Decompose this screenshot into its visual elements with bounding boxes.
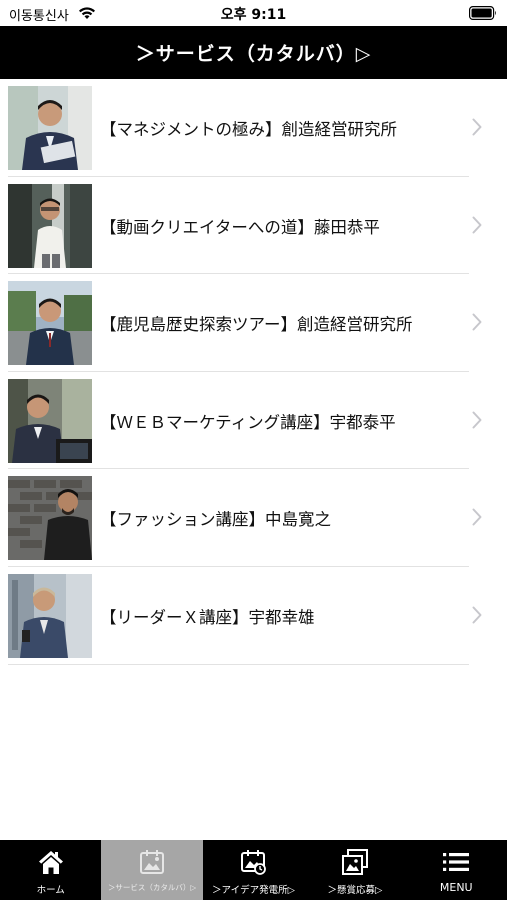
chevron-right-icon (472, 508, 482, 526)
page-title: ＞サービス（カタルバ）▷ (135, 43, 372, 65)
list-item-label: 【鹿児島歴史探索ツアー】創造経営研究所 (100, 315, 413, 335)
tab-home[interactable]: ホーム (0, 840, 101, 900)
home-icon (38, 851, 63, 874)
tab-contest-label: ＞懸賞応募▷ (327, 885, 383, 896)
list-item-label: 【動画クリエイターへの道】藤田恭平 (100, 217, 380, 237)
page-header: ＞サービス（カタルバ）▷ (0, 26, 507, 79)
battery-icon (469, 6, 496, 20)
tab-service[interactable]: ＞サービス（カタルバ）▷ (101, 840, 203, 900)
chevron-right-icon (472, 606, 482, 624)
chevron-right-icon (472, 118, 482, 136)
tab-menu-label: MENU (439, 881, 473, 894)
list-item[interactable]: 【ＷＥＢマーケティング講座】宇都泰平 (0, 372, 507, 470)
list-item[interactable]: 【リーダーＸ講座】宇都幸雄 (0, 567, 507, 665)
status-time: 오후 9:11 (220, 7, 287, 23)
photo-calendar-icon (241, 850, 267, 875)
tab-idea[interactable]: ＞アイデア発電所▷ (203, 840, 304, 900)
thumbnail-image (8, 183, 92, 268)
list-item[interactable]: 【鹿児島歴史探索ツアー】創造経営研究所 (0, 274, 507, 372)
hamburger-menu-icon (443, 853, 470, 871)
thumbnail-image (8, 573, 92, 658)
chevron-right-icon (472, 216, 482, 234)
list-item-label: 【ＷＥＢマーケティング講座】宇都泰平 (100, 412, 396, 432)
chevron-right-icon (472, 313, 482, 331)
list-item-label: 【マネジメントの極み】創造経営研究所 (100, 120, 397, 139)
thumbnail-image (8, 86, 92, 170)
row-divider (8, 663, 469, 665)
thumbnail-image (8, 476, 92, 561)
tab-home-label: ホーム (36, 885, 65, 896)
tab-idea-label: ＞アイデア発電所▷ (212, 885, 295, 896)
service-list: 【マネジメントの極み】創造経営研究所 【動画クリエイターへの道】藤田恭平 【鹿児… (0, 79, 507, 665)
tab-service-label: ＞サービス（カタルバ）▷ (107, 883, 197, 892)
photos-icon (341, 849, 368, 875)
thumbnail-image (8, 281, 92, 366)
photo-calendar-icon (140, 850, 165, 874)
list-item[interactable]: 【マネジメントの極み】創造経営研究所 (0, 79, 507, 177)
list-item-label: 【ファッション講座】中島寛之 (100, 510, 331, 530)
list-item-label: 【リーダーＸ講座】宇都幸雄 (100, 607, 315, 627)
status-bar: 이동통신사 오후 9:11 (0, 0, 507, 26)
tab-bar: ホーム ＞サービス（カタルバ）▷ ＞アイデア発電所▷ ＞懸賞応募▷ MENU (0, 840, 507, 900)
tab-menu[interactable]: MENU (406, 840, 507, 900)
thumbnail-image (8, 378, 92, 463)
list-item[interactable]: 【動画クリエイターへの道】藤田恭平 (0, 177, 507, 275)
list-item[interactable]: 【ファッション講座】中島寛之 (0, 469, 507, 567)
tab-contest[interactable]: ＞懸賞応募▷ (304, 840, 405, 900)
chevron-right-icon (472, 411, 482, 429)
